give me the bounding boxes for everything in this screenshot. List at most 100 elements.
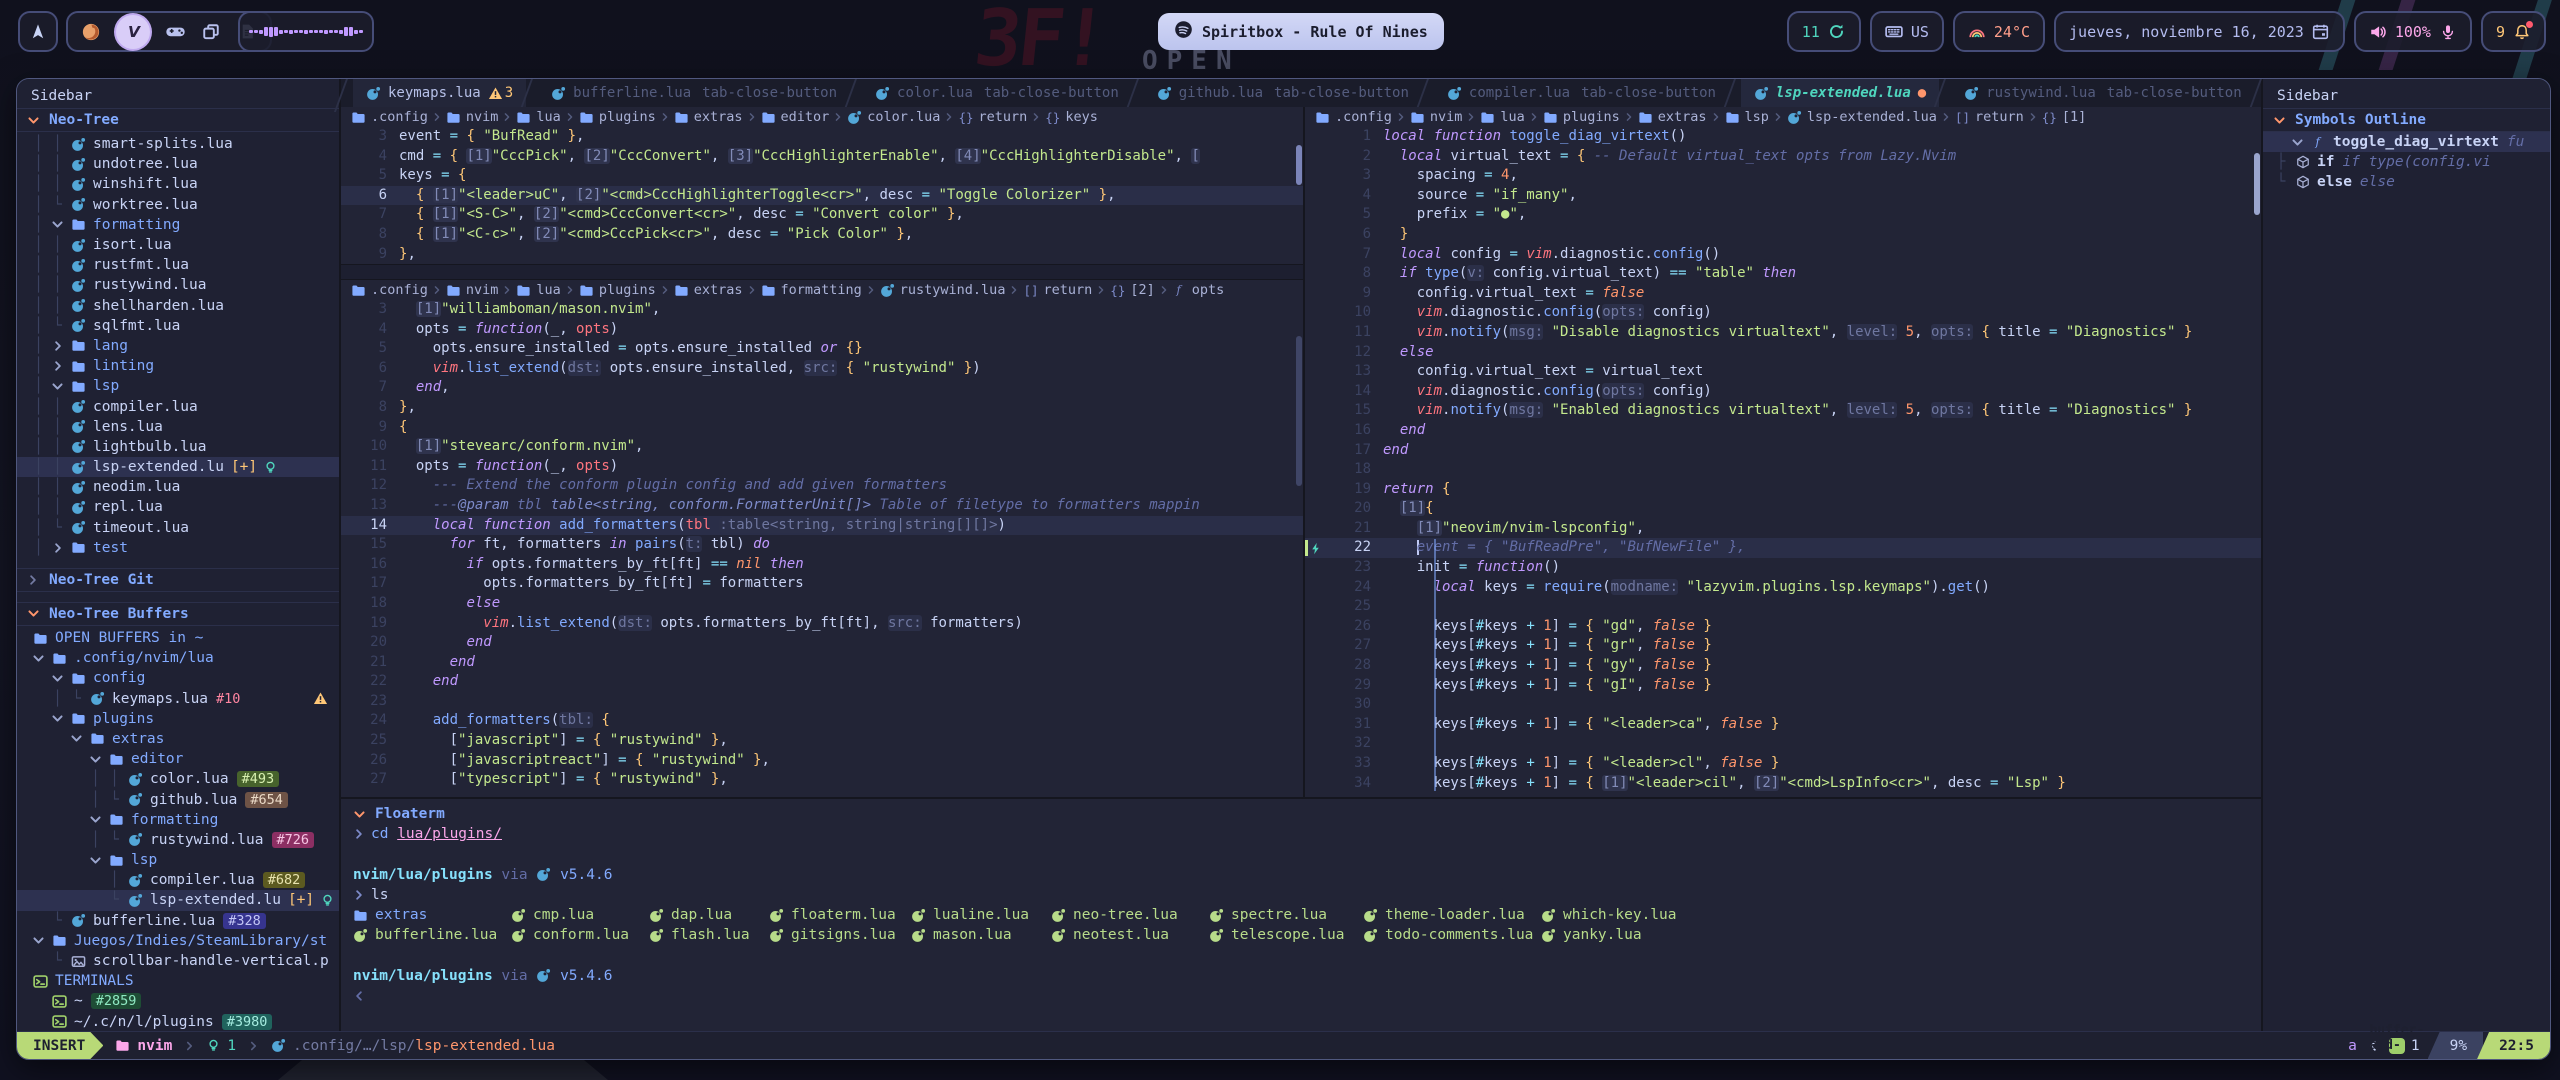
tab-github-lua[interactable]: github.luatab-close-button	[1144, 79, 1422, 107]
volume-pill[interactable]: 100%	[2354, 11, 2472, 52]
tab-bufferline-lua[interactable]: bufferline.luatab-close-button	[538, 79, 850, 107]
date-pill[interactable]: jueves, noviembre 16, 2023	[2054, 11, 2345, 52]
tree-item[interactable]: editor	[17, 749, 339, 769]
breadcrumb-segment[interactable]: rustywind.lua	[880, 282, 1006, 298]
breadcrumb-segment[interactable]: extras	[674, 109, 743, 125]
windows-dock-button[interactable]	[200, 21, 222, 43]
tree-item[interactable]: │└rustywind.lua#726	[17, 830, 339, 850]
tree-item[interactable]: plugins	[17, 709, 339, 729]
tree-item[interactable]: lsp	[17, 850, 339, 870]
tree-item[interactable]: ││lens.lua	[17, 417, 339, 437]
breadcrumb-segment[interactable]: .config	[1315, 109, 1392, 125]
code-area[interactable]: 1local function toggle_diag_virtext()2 l…	[1305, 127, 2261, 793]
tree-item[interactable]: formatting	[17, 810, 339, 830]
chevron-down-icon[interactable]	[86, 854, 105, 867]
breadcrumb-segment[interactable]: .config	[351, 282, 428, 298]
breadcrumb-segment[interactable]: lua	[516, 282, 560, 298]
tree-item[interactable]: └lsp-extended.lu[+]	[17, 890, 339, 910]
breadcrumb-segment[interactable]: plugins	[1543, 109, 1620, 125]
×[interactable]: tab-close-button	[1274, 85, 1409, 101]
tree-item[interactable]: ││rustfmt.lua	[17, 255, 339, 275]
chevron-right-icon[interactable]	[48, 360, 67, 372]
breadcrumb-segment[interactable]: plugins	[579, 109, 656, 125]
tab-keymaps-lua[interactable]: keymaps.lua3	[353, 79, 526, 107]
tree-item[interactable]: │test	[17, 538, 339, 558]
breadcrumb-segment[interactable]: fopts	[1173, 282, 1225, 298]
breadcrumb-segment[interactable]: nvim	[446, 109, 499, 125]
breadcrumb-segment[interactable]: plugins	[579, 282, 656, 298]
tree-item[interactable]: │└sqlfmt.lua	[17, 316, 339, 336]
breadcrumb-segment[interactable]: nvim	[446, 282, 499, 298]
chevron-down-icon[interactable]	[86, 753, 105, 766]
breadcrumb-segment[interactable]: []return	[1023, 282, 1092, 298]
weather-pill[interactable]: 24°C	[1953, 11, 2045, 52]
breadcrumb-segment[interactable]: formatting	[761, 282, 862, 298]
launcher-button[interactable]	[18, 11, 58, 52]
editor-pane-rustywind[interactable]: .config nvim lua plugins extras formatting rus…	[341, 280, 1303, 797]
code-area[interactable]: 3 [1]"williamboman/mason.nvim",4 opts = …	[341, 300, 1303, 790]
tab-color-lua[interactable]: color.luatab-close-button	[862, 79, 1132, 107]
floaterm-terminal[interactable]: Floatermcd lua/plugins/nvim/lua/plugins …	[341, 797, 2261, 1031]
tree-item[interactable]: │lsp	[17, 376, 339, 396]
media-widget[interactable]: Spiritbox - Rule Of Nines	[1158, 13, 1444, 50]
firefox-dock-button[interactable]	[80, 21, 102, 43]
scrollbar-handle[interactable]	[1296, 336, 1302, 486]
neovim-dock-button[interactable]: V	[116, 15, 150, 49]
editor-pane-lsp-extended[interactable]: .confignvimluapluginsextraslsplsp-extend…	[1305, 107, 2261, 797]
tree-item[interactable]: │└github.lua#654	[17, 789, 339, 809]
breadcrumb-segment[interactable]: {}return	[958, 109, 1027, 125]
tab-rustywind-lua[interactable]: rustywind.luatab-close-button	[1951, 79, 2254, 107]
tab-lsp-extended-lua[interactable]: lsp-extended.lua●	[1741, 79, 1939, 107]
×[interactable]: tab-close-button	[2107, 85, 2242, 101]
tree-item[interactable]: ││winshift.lua	[17, 174, 339, 194]
buffers-section-header[interactable]: Neo-Tree Buffers	[17, 602, 339, 626]
breadcrumb-segment[interactable]: lsp-extended.lua	[1787, 109, 1937, 125]
tree-item[interactable]: │compiler.lua#682	[17, 870, 339, 890]
outline-item[interactable]: ├ifif type(config.vi	[2263, 152, 2550, 172]
tree-item[interactable]: └bufferline.lua#328	[17, 911, 339, 931]
tree-item[interactable]: Juegos/Indies/SteamLibrary/st	[17, 931, 339, 951]
breadcrumb-segment[interactable]: lsp	[1725, 109, 1769, 125]
breadcrumb-segment[interactable]: color.lua	[847, 109, 940, 125]
tree-item[interactable]: ││shellharden.lua	[17, 296, 339, 316]
chevron-down-icon[interactable]	[29, 652, 48, 665]
tree-item[interactable]: ││lightbulb.lua	[17, 437, 339, 457]
tree-item[interactable]: │formatting	[17, 215, 339, 235]
chevron-down-icon[interactable]	[48, 712, 67, 725]
scrollbar-handle[interactable]	[1296, 145, 1302, 185]
chevron-right-icon[interactable]	[48, 542, 67, 554]
breadcrumb-segment[interactable]: {}keys	[1045, 109, 1098, 125]
tree-item[interactable]: TERMINALS	[17, 971, 339, 991]
git-section-header[interactable]: Neo-Tree Git	[17, 568, 339, 592]
tree-item[interactable]: └scrollbar-handle-vertical.p	[17, 951, 339, 971]
tree-item[interactable]: OPEN BUFFERS in ~	[17, 628, 339, 648]
×[interactable]: tab-close-button	[1581, 85, 1716, 101]
×[interactable]: tab-close-button	[984, 85, 1119, 101]
tree-item[interactable]: ~/.c/n/l/plugins#3980	[17, 1012, 339, 1032]
tree-item[interactable]: ││compiler.lua	[17, 396, 339, 416]
breadcrumb-segment[interactable]: {}[1]	[2042, 109, 2086, 125]
editor-pane-color[interactable]: .confignvimluapluginsextraseditorcolor.l…	[341, 107, 1303, 264]
tree-item[interactable]: │linting	[17, 356, 339, 376]
breadcrumb-segment[interactable]: .config	[351, 109, 428, 125]
tree-item[interactable]: │└keymaps.lua#10	[17, 689, 339, 709]
chevron-right-icon[interactable]	[48, 340, 67, 352]
breadcrumb-segment[interactable]: extras	[1638, 109, 1707, 125]
tree-item[interactable]: ~#2859	[17, 991, 339, 1011]
breadcrumb-segment[interactable]: nvim	[1410, 109, 1463, 125]
tree-item[interactable]: ││neodim.lua	[17, 477, 339, 497]
keyboard-layout-pill[interactable]: US	[1870, 11, 1944, 52]
tree-item[interactable]: ││smart-splits.lua	[17, 134, 339, 154]
chevron-down-icon[interactable]	[29, 934, 48, 947]
tree-item[interactable]: extras	[17, 729, 339, 749]
×[interactable]: tab-close-button	[702, 85, 837, 101]
breadcrumb-segment[interactable]: extras	[674, 282, 743, 298]
tree-item[interactable]: │lang	[17, 336, 339, 356]
breadcrumb-segment[interactable]: {}[2]	[1110, 282, 1154, 298]
chevron-down-icon[interactable]	[48, 672, 67, 685]
tab-compiler-lua[interactable]: compiler.luatab-close-button	[1434, 79, 1729, 107]
chevron-down-icon[interactable]	[86, 813, 105, 826]
chevron-down-icon[interactable]	[67, 732, 86, 745]
breadcrumb-segment[interactable]: lua	[516, 109, 560, 125]
tree-item[interactable]: .config/nvim/lua	[17, 648, 339, 668]
